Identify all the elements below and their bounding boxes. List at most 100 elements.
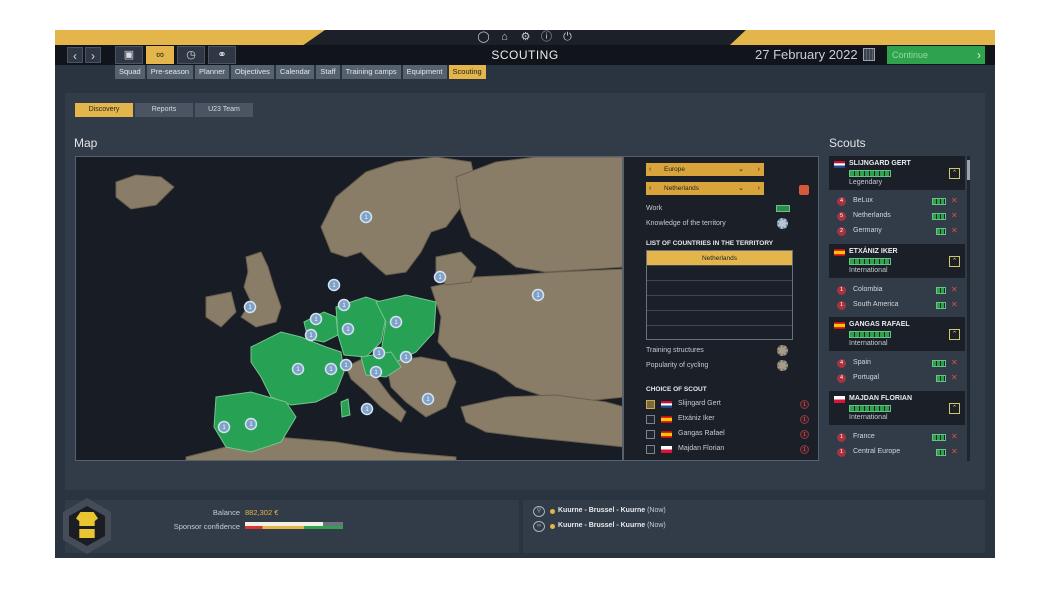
scout-choice-row[interactable]: Etxániz Iker 1 (646, 414, 816, 426)
map-marker[interactable]: 1 (531, 288, 545, 302)
map-marker[interactable]: 1 (291, 362, 305, 376)
map-marker[interactable]: 1 (433, 270, 447, 284)
menu-item-pre-season[interactable]: Pre-season (146, 65, 194, 79)
chevron-up-icon[interactable]: ⌃ (949, 168, 960, 179)
map-marker[interactable]: 1 (337, 298, 351, 312)
power-icon[interactable]: ⏻ (561, 31, 574, 44)
scout-card[interactable]: GANGAS RAFAEL International ⌃ (829, 317, 965, 351)
checkbox[interactable] (646, 445, 655, 454)
remove-icon[interactable]: ✕ (951, 285, 958, 294)
remove-icon[interactable]: ✕ (951, 432, 958, 441)
gear-icon[interactable]: ⚙ (519, 31, 532, 44)
checkbox[interactable] (646, 400, 655, 409)
chevron-right-icon[interactable]: › (758, 182, 760, 195)
chevron-down-icon[interactable]: ⌄ (738, 182, 744, 195)
checkbox[interactable] (646, 415, 655, 424)
checkbox[interactable] (646, 430, 655, 439)
home-icon[interactable]: ⌂ (498, 31, 511, 44)
area-count: 1 (837, 286, 846, 295)
chevron-up-icon[interactable]: ⌃ (949, 403, 960, 414)
map-marker[interactable]: 1 (217, 420, 231, 434)
land-finland (455, 157, 622, 273)
area-meter (936, 375, 946, 382)
map-marker[interactable]: 1 (309, 312, 323, 326)
list-item[interactable]: Netherlands (647, 251, 792, 266)
team-jersey-icon[interactable] (76, 512, 98, 538)
map-marker[interactable]: 1 (243, 300, 257, 314)
tab-discovery[interactable]: Discovery (75, 103, 133, 117)
scouts-list: SLIJNGARD GERT Legendary ⌃ 4 BeLux ✕ 5 N… (829, 156, 969, 461)
region-select[interactable]: ‹ Europe ⌄ › (646, 163, 764, 176)
area-name: France (853, 433, 875, 440)
map-marker[interactable]: 1 (327, 278, 341, 292)
map-marker[interactable]: 1 (421, 392, 435, 406)
chevron-left-icon[interactable]: ‹ (649, 182, 651, 195)
area-name: Portugal (853, 374, 880, 381)
scout-card[interactable]: SLIJNGARD GERT Legendary ⌃ (829, 156, 965, 190)
remove-icon[interactable]: ✕ (951, 373, 958, 382)
tab-reports[interactable]: Reports (135, 103, 193, 117)
map-marker[interactable]: 1 (324, 362, 338, 376)
scout-area-row: 1 France ✕ (829, 430, 965, 445)
forward-button[interactable]: › (85, 47, 101, 63)
map-marker[interactable]: 1 (360, 402, 374, 416)
double-chevron-up-icon[interactable]: ⌃ (949, 329, 960, 340)
chevron-down-icon[interactable]: ⌄ (738, 163, 744, 176)
map-marker[interactable]: 1 (244, 417, 258, 431)
remove-icon[interactable]: ✕ (951, 211, 958, 220)
double-chevron-up-icon[interactable]: ⌃ (949, 256, 960, 267)
scout-card[interactable]: ETXÁNIZ IKER International ⌃ (829, 244, 965, 278)
chevron-right-icon: › (91, 49, 95, 63)
list-item (647, 311, 792, 326)
country-select[interactable]: ‹ Netherlands ⌄ › (646, 182, 764, 195)
scout-card[interactable]: MAJDAN FLORIAN International ⌃ (829, 391, 965, 425)
remove-icon[interactable]: ✕ (951, 226, 958, 235)
cycling-icon[interactable]: ∞ (146, 46, 174, 64)
scout-choice-row[interactable]: Gangas Rafael 1 (646, 429, 816, 441)
list-item (647, 296, 792, 311)
scout-area-row: 4 BeLux ✕ (829, 194, 965, 209)
calendar-icon[interactable] (863, 48, 875, 61)
map-marker[interactable]: 1 (304, 328, 318, 342)
back-button[interactable]: ‹ (67, 47, 83, 63)
menu-item-equipment[interactable]: Equipment (402, 65, 447, 79)
menu-item-squad[interactable]: Squad (115, 65, 145, 79)
map-marker[interactable]: 1 (389, 315, 403, 329)
scout-choice-row[interactable]: Slijngard Gert 1 (646, 399, 816, 411)
menu-item-planner[interactable]: Planner (195, 65, 229, 79)
land-iceland (115, 174, 175, 210)
map-marker[interactable]: 1 (399, 350, 413, 364)
scout-area-row: 5 Netherlands ✕ (829, 209, 965, 224)
map-marker[interactable]: 1 (339, 358, 353, 372)
netherlands-flag-icon (661, 401, 672, 408)
menu-item-staff[interactable]: Staff (316, 65, 340, 79)
map-marker[interactable]: 1 (359, 210, 373, 224)
spain-flag-icon (834, 249, 845, 256)
globe-icon[interactable]: ⚭ (208, 46, 236, 64)
map-marker[interactable]: 1 (369, 365, 383, 379)
chevron-left-icon[interactable]: ‹ (649, 163, 651, 176)
scrollbar-thumb[interactable] (967, 160, 970, 180)
tab-u23-team[interactable]: U23 Team (195, 103, 253, 117)
map-marker[interactable]: 1 (341, 322, 355, 336)
remove-icon[interactable]: ✕ (951, 300, 958, 309)
stopwatch-icon[interactable]: ◷ (177, 46, 205, 64)
menu-item-calendar[interactable]: Calendar (275, 65, 315, 79)
area-count: 4 (837, 374, 846, 383)
chevron-right-icon[interactable]: › (758, 163, 760, 176)
europe-map[interactable]: 11111111111111111111 (75, 156, 623, 461)
menu-item-objectives[interactable]: Objectives (230, 65, 274, 79)
scout-choice-row[interactable]: Majdan Florian 1 (646, 444, 816, 456)
info-icon[interactable]: ⓘ (540, 31, 553, 44)
bell-icon[interactable]: ◯ (477, 31, 490, 44)
menu-item-scouting[interactable]: Scouting (448, 65, 486, 79)
briefcase-icon[interactable]: ▣ (115, 46, 143, 64)
remove-icon[interactable]: ✕ (951, 358, 958, 367)
map-marker[interactable]: 1 (372, 346, 386, 360)
remove-icon[interactable]: ✕ (951, 447, 958, 456)
scout-name: Gangas Rafael (678, 430, 725, 437)
scouts-scrollbar[interactable] (967, 156, 970, 461)
continue-button[interactable]: Continue › (887, 46, 985, 64)
menu-item-training-camps[interactable]: Training camps (341, 65, 401, 79)
remove-icon[interactable]: ✕ (951, 196, 958, 205)
